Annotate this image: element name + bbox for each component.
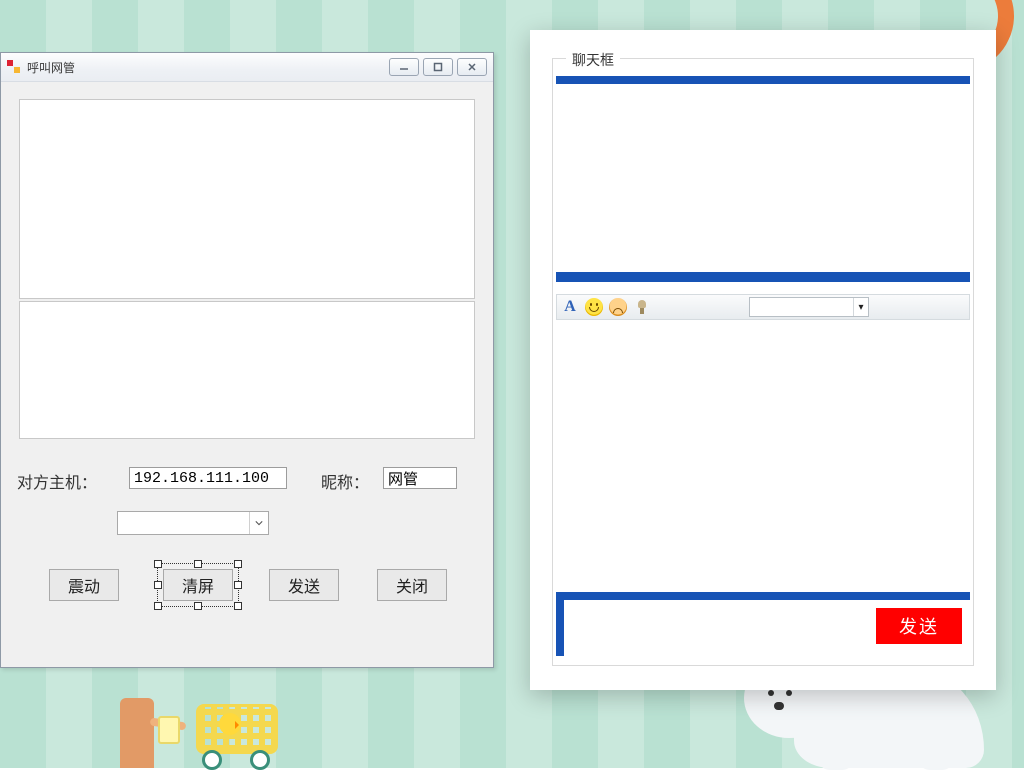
send-button-label: 发送 [288, 573, 320, 597]
message-input-box[interactable] [19, 301, 475, 439]
window-title: 呼叫网管 [27, 59, 389, 76]
nickname-label: 昵称： [321, 469, 369, 493]
window-titlebar[interactable]: 呼叫网管 [1, 53, 493, 82]
minimize-button[interactable] [389, 58, 419, 76]
divider-bar [556, 592, 970, 600]
divider-bar [556, 76, 970, 84]
maximize-button[interactable] [423, 58, 453, 76]
nickname-input[interactable] [383, 467, 457, 489]
close-button-label: 关闭 [396, 573, 428, 597]
window-client-area: 对方主机： 昵称： 震动 清屏 发送 关闭 [11, 91, 483, 657]
send-button[interactable]: 发送 [269, 569, 339, 601]
options-combobox[interactable] [117, 511, 269, 535]
toolbar-combobox[interactable]: ▾ [749, 297, 869, 317]
trophy-icon[interactable] [633, 298, 651, 316]
chat-toolbar: A ▾ [556, 294, 970, 320]
message-history-box[interactable] [19, 99, 475, 299]
clear-button-label: 清屏 [182, 573, 214, 597]
shake-button-label: 震动 [68, 573, 100, 597]
chat-compose-area[interactable] [556, 322, 970, 570]
chat-history-area[interactable] [556, 84, 970, 272]
chat-send-button[interactable]: 发送 [876, 608, 962, 644]
chat-groupbox: 聊天框 A ▾ 发送 [552, 50, 974, 666]
shake-button[interactable]: 震动 [49, 569, 119, 601]
chat-card: 聊天框 A ▾ 发送 [530, 30, 996, 690]
divider-bar [556, 272, 970, 282]
close-button[interactable]: 关闭 [377, 569, 447, 601]
emoji-smile-icon[interactable] [585, 298, 603, 316]
call-admin-window: 呼叫网管 对方主机： 昵称： 震动 清屏 发送 关闭 [0, 52, 494, 668]
chevron-down-icon [249, 512, 268, 534]
close-window-button[interactable] [457, 58, 487, 76]
host-label: 对方主机： [17, 469, 97, 493]
emoji-sad-icon[interactable] [609, 298, 627, 316]
font-icon[interactable]: A [561, 298, 579, 316]
chat-send-label: 发送 [899, 613, 939, 639]
host-input[interactable] [129, 467, 287, 489]
chat-groupbox-legend: 聊天框 [566, 50, 620, 70]
divider-bar [556, 600, 564, 656]
chevron-down-icon: ▾ [853, 298, 868, 316]
clear-button[interactable]: 清屏 [163, 569, 233, 601]
app-icon [7, 60, 21, 74]
